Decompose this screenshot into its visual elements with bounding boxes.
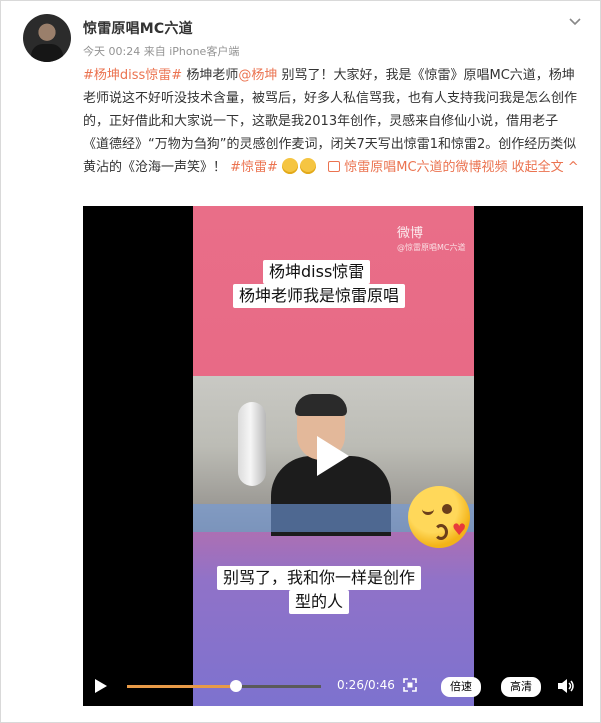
- watermark: 微博 @惊雷原唱MC六道: [397, 222, 466, 253]
- watermark-logo: 微博: [397, 226, 424, 241]
- post-content: #杨坤diss惊雷# 杨坤老师@杨坤 别骂了！大家好，我是《惊雷》原唱MC六道，…: [83, 64, 581, 179]
- time-display: 0:26/0:46: [337, 678, 395, 692]
- topic-link[interactable]: #杨坤diss惊雷#: [83, 68, 182, 83]
- caption-top-line2: 杨坤老师我是惊雷原唱: [233, 284, 406, 308]
- content-text: 杨坤老师: [182, 68, 239, 83]
- progress-bar[interactable]: [127, 680, 321, 692]
- microphone: [238, 402, 266, 486]
- video-frame[interactable]: 微博 @惊雷原唱MC六道 杨坤diss惊雷 杨坤老师我是惊雷原唱 ♥ 别骂了，我…: [193, 206, 474, 706]
- play-icon[interactable]: [95, 679, 107, 693]
- post-meta: 今天 00:24 来自 iPhone客户端: [83, 45, 240, 58]
- chevron-down-icon[interactable]: [568, 15, 582, 29]
- quality-button[interactable]: 高清: [501, 677, 541, 697]
- avatar[interactable]: [23, 14, 71, 62]
- video-link-icon: [328, 161, 341, 172]
- collapse-link[interactable]: 收起全文 ^: [512, 160, 579, 175]
- fullscreen-icon[interactable]: [403, 678, 417, 692]
- watermark-account: @惊雷原唱MC六道: [397, 243, 466, 252]
- content-text: 别骂了！大家好，我是《惊雷》原唱MC六道，杨坤老师说这不好听没技术含量，被骂后，…: [83, 68, 578, 175]
- play-icon[interactable]: [317, 436, 349, 476]
- volume-icon[interactable]: [557, 678, 575, 694]
- kiss-emoji-icon: ♥: [408, 486, 470, 548]
- speed-button[interactable]: 倍速: [441, 677, 481, 697]
- caption-bottom-line1: 别骂了，我和你一样是创作: [217, 566, 422, 590]
- smile-emoji-icon: [300, 158, 317, 174]
- weibo-post-card: 惊雷原唱MC六道 今天 00:24 来自 iPhone客户端 #杨坤diss惊雷…: [0, 0, 601, 723]
- progress-handle[interactable]: [229, 680, 242, 692]
- caption-top-line1: 杨坤diss惊雷: [263, 260, 371, 284]
- progress-fill: [127, 685, 236, 688]
- video-player[interactable]: 微博 @惊雷原唱MC六道 杨坤diss惊雷 杨坤老师我是惊雷原唱 ♥ 别骂了，我…: [83, 206, 583, 706]
- topic-link[interactable]: #惊雷#: [230, 160, 278, 175]
- video-link[interactable]: 惊雷原唱MC六道的微博视频: [344, 160, 507, 175]
- caption-bottom-line2: 型的人: [289, 590, 350, 614]
- video-controls: 0:26/0:46 倍速 高清: [83, 666, 583, 706]
- smile-emoji-icon: [282, 158, 299, 174]
- mention-link[interactable]: @杨坤: [238, 68, 277, 83]
- username[interactable]: 惊雷原唱MC六道: [83, 18, 193, 38]
- avatar-figure: [31, 44, 63, 62]
